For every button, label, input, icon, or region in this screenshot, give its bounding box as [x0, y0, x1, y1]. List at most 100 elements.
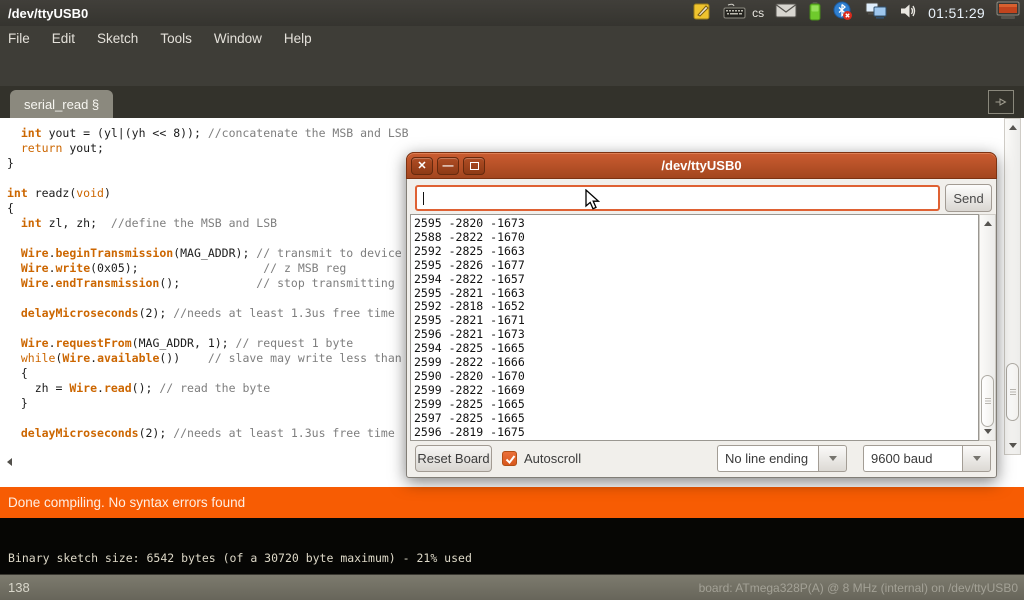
desktop: /dev/ttyUSB0 cs 01:51:: [0, 0, 1024, 600]
serial-output-line: 2592 -2818 -1652: [414, 300, 978, 314]
menu-item-edit[interactable]: Edit: [52, 31, 75, 46]
serial-output-line: 2590 -2820 -1670: [414, 370, 978, 384]
volume-icon[interactable]: [899, 2, 917, 25]
clock[interactable]: 01:51:29: [928, 5, 985, 21]
minimize-button[interactable]: —: [437, 157, 459, 175]
scroll-down-icon[interactable]: [1009, 443, 1017, 448]
battery-icon[interactable]: [808, 1, 822, 26]
mouse-cursor: [585, 189, 600, 216]
footer-status-bar: 138 board: ATmega328P(A) @ 8 MHz (intern…: [0, 574, 1024, 600]
editor-scrollbar[interactable]: [1004, 118, 1021, 455]
keyboard-layout-label[interactable]: cs: [752, 6, 764, 20]
session-icon[interactable]: [996, 1, 1020, 26]
menu-item-sketch[interactable]: Sketch: [97, 31, 138, 46]
scroll-up-icon[interactable]: [984, 221, 992, 226]
menu-item-file[interactable]: File: [8, 31, 30, 46]
send-button[interactable]: Send: [945, 184, 992, 212]
code-line: {: [7, 201, 409, 216]
serial-output-line: 2588 -2822 -1670: [414, 231, 978, 245]
serial-output-line: 2592 -2825 -1663: [414, 245, 978, 259]
code-line: return yout;: [7, 141, 409, 156]
code-line: [7, 411, 409, 426]
serial-output-line: 2599 -2822 -1669: [414, 384, 978, 398]
line-ending-value[interactable]: No line ending: [717, 445, 818, 472]
scroll-down-icon[interactable]: [984, 429, 992, 434]
serial-output-line: 2599 -2825 -1665: [414, 398, 978, 412]
status-bar: Done compiling. No syntax errors found: [0, 487, 1024, 518]
code-line: [7, 291, 409, 306]
serial-output-line: 2594 -2822 -1657: [414, 273, 978, 287]
serial-output-line: 2599 -2822 -1666: [414, 356, 978, 370]
keyboard-icon[interactable]: [723, 2, 747, 25]
serial-monitor-window: ✕ — /dev/ttyUSB0 Send 2595 -2820 -167325…: [406, 152, 997, 478]
serial-input[interactable]: [415, 185, 940, 211]
status-message: Done compiling. No syntax errors found: [0, 495, 245, 510]
tab-serial-read[interactable]: serial_read §: [10, 90, 113, 118]
menu-item-help[interactable]: Help: [284, 31, 312, 46]
window-title: /dev/ttyUSB0: [0, 6, 88, 21]
serial-output: 2595 -2820 -16732588 -2822 -16702592 -28…: [410, 214, 979, 441]
code-line: zh = Wire.read(); // read the byte: [7, 381, 409, 396]
code-line: [7, 231, 409, 246]
code-line: }: [7, 396, 409, 411]
tab-strip: serial_read §: [0, 86, 1024, 118]
serial-output-line: 2594 -2825 -1665: [414, 342, 978, 356]
code-line: int readz(void): [7, 186, 409, 201]
mail-icon[interactable]: [775, 3, 797, 23]
serial-output-line: 2595 -2820 -1673: [414, 217, 978, 231]
scroll-up-icon[interactable]: [1009, 125, 1017, 130]
system-tray: cs 01:51:29: [692, 0, 1024, 26]
serial-output-line: 2595 -2821 -1663: [414, 287, 978, 301]
editor-scrollbar-thumb[interactable]: [1006, 363, 1019, 421]
serial-scrollbar-thumb[interactable]: [981, 375, 994, 427]
maximize-button[interactable]: [463, 157, 485, 175]
code-line: int yout = (yl|(yh << 8)); //concatenate…: [7, 126, 409, 141]
serial-output-line: 2595 -2821 -1671: [414, 314, 978, 328]
chevron-down-icon[interactable]: [962, 445, 991, 472]
serial-output-line: 2596 -2819 -1675: [414, 426, 978, 440]
code-line: Wire.write(0x05); // z MSB reg: [7, 261, 409, 276]
console-output: Binary sketch size: 6542 bytes (of a 307…: [8, 551, 472, 565]
code-line: [7, 171, 409, 186]
build-console: Binary sketch size: 6542 bytes (of a 307…: [0, 518, 1024, 574]
code-line: }: [7, 156, 409, 171]
serial-output-scrollbar[interactable]: [979, 214, 996, 441]
code-line: delayMicroseconds(2); //needs at least 1…: [7, 306, 409, 321]
code-line: Wire.endTransmission(); // stop transmit…: [7, 276, 409, 291]
top-panel: /dev/ttyUSB0 cs 01:51:: [0, 0, 1024, 26]
code-line: while(Wire.available()) // slave may wri…: [7, 351, 409, 366]
code-area[interactable]: int yout = (yl|(yh << 8)); //concatenate…: [7, 126, 409, 441]
reset-board-button[interactable]: Reset Board: [415, 445, 492, 472]
autoscroll-label: Autoscroll: [524, 451, 581, 466]
network-icon[interactable]: [864, 1, 888, 25]
note-icon[interactable]: [692, 1, 712, 26]
menu-item-tools[interactable]: Tools: [160, 31, 192, 46]
serial-controls: Reset Board Autoscroll No line ending 96…: [407, 445, 998, 479]
serial-output-line: 2596 -2821 -1673: [414, 328, 978, 342]
hscroll-left-arrow[interactable]: [7, 458, 12, 466]
code-line: delayMicroseconds(2); //needs at least 1…: [7, 426, 409, 441]
text-caret: [423, 192, 424, 205]
code-line: int zl, zh; //define the MSB and LSB: [7, 216, 409, 231]
bluetooth-icon[interactable]: [833, 1, 853, 26]
autoscroll-checkbox[interactable]: [502, 451, 517, 466]
board-info: board: ATmega328P(A) @ 8 MHz (internal) …: [699, 581, 1024, 595]
toolbar: [0, 50, 1024, 86]
baud-rate-select[interactable]: 9600 baud: [863, 445, 991, 472]
code-line: [7, 321, 409, 336]
menu-item-window[interactable]: Window: [214, 31, 262, 46]
chevron-down-icon[interactable]: [818, 445, 847, 472]
code-line: {: [7, 366, 409, 381]
serial-window-titlebar[interactable]: ✕ — /dev/ttyUSB0: [406, 152, 997, 179]
code-line: Wire.beginTransmission(MAG_ADDR); // tra…: [7, 246, 409, 261]
code-line: Wire.requestFrom(MAG_ADDR, 1); // reques…: [7, 336, 409, 351]
line-ending-select[interactable]: No line ending: [717, 445, 847, 472]
line-number: 138: [0, 580, 30, 595]
menu-bar: File Edit Sketch Tools Window Help: [0, 26, 1024, 50]
serial-output-line: 2597 -2825 -1665: [414, 412, 978, 426]
baud-rate-value[interactable]: 9600 baud: [863, 445, 962, 472]
tab-menu-button[interactable]: [988, 90, 1014, 114]
serial-window-title: /dev/ttyUSB0: [407, 158, 996, 173]
serial-output-line: 2595 -2826 -1677: [414, 259, 978, 273]
close-button[interactable]: ✕: [411, 157, 433, 175]
